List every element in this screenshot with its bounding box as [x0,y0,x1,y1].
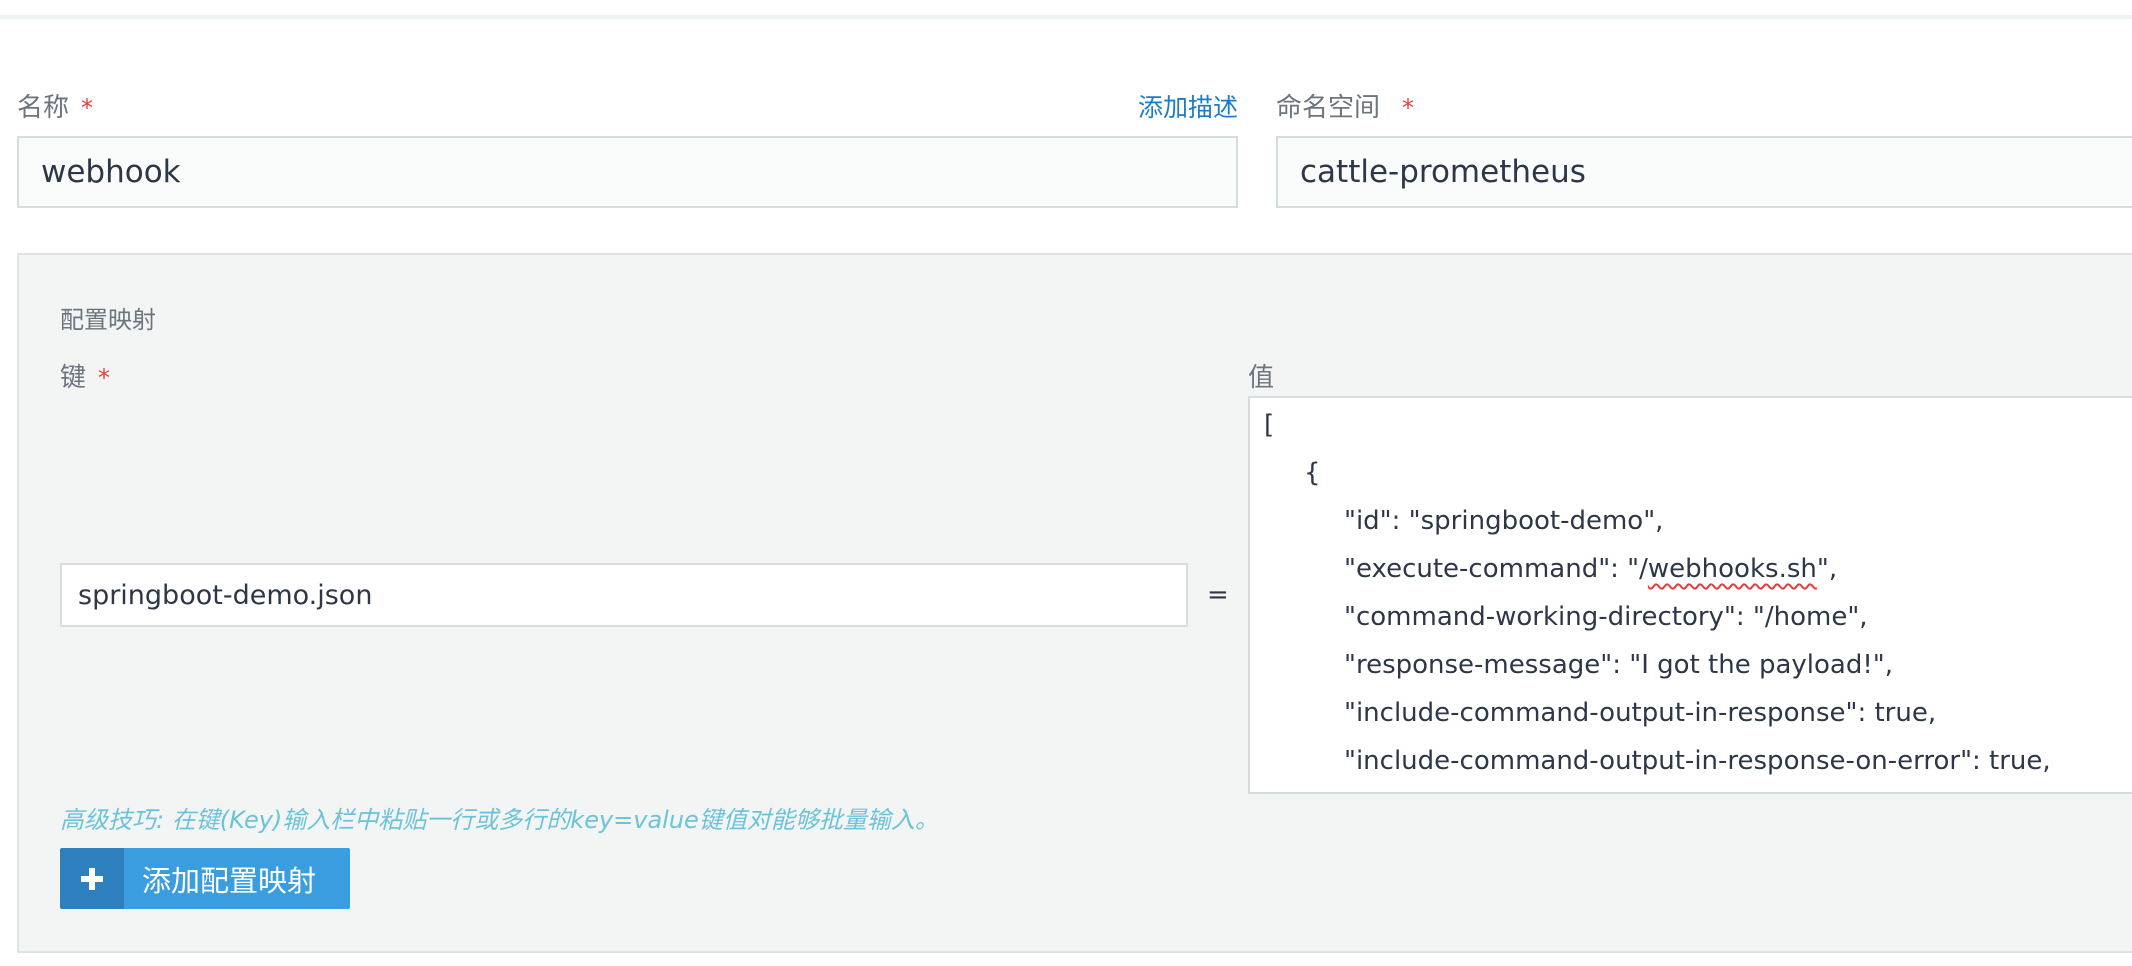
value-label: 值 [1248,363,1275,393]
value-line: "id": "springboot-demo", [1344,506,1664,536]
add-config-map-label: 添加配置映射 [124,848,350,909]
add-description-link[interactable]: 添加描述 [1138,88,1238,124]
advanced-tip: 高级技巧: 在键(Key)输入栏中粘贴一行或多行的key=value键值对能够批… [60,806,939,834]
key-required-mark: * [98,364,111,392]
value-textarea[interactable]: [ { "id": "springboot-demo", "execute-co… [1248,396,2132,794]
equals-sign: = [1207,580,1229,610]
namespace-input[interactable]: cattle-prometheus [1276,136,2132,208]
spellcheck-word: webhooks.sh [1647,554,1817,584]
name-label-text: 名称 [17,93,70,123]
value-line: { [1304,458,1321,488]
value-line-prefix: "execute-command": "/ [1344,554,1648,584]
namespace-required-mark: * [1402,94,1415,122]
key-label: 键 * [60,357,110,394]
namespace-label: 命名空间 * [1276,87,1414,124]
config-map-title: 配置映射 [60,306,156,334]
add-config-map-button[interactable]: 添加配置映射 [60,848,350,909]
value-line-suffix: ", [1816,554,1838,584]
name-label: 名称 * [17,87,93,124]
value-line: "include-command-output-in-response-on-e… [1344,746,2051,776]
key-label-text: 键 [60,363,87,393]
value-line: "execute-command": "/webhooks.sh", [1344,554,1837,584]
value-line: [ [1264,410,1275,440]
value-line: "command-working-directory": "/home", [1344,602,1868,632]
value-line: "include-command-output-in-response": tr… [1344,698,1937,728]
name-required-mark: * [81,94,94,122]
plus-icon [60,848,124,909]
value-line: "response-message": "I got the payload!"… [1344,650,1893,680]
key-input[interactable]: springboot-demo.json [60,563,1188,627]
name-input[interactable]: webhook [17,136,1238,208]
namespace-label-text: 命名空间 [1276,93,1381,123]
top-divider [0,15,2132,19]
